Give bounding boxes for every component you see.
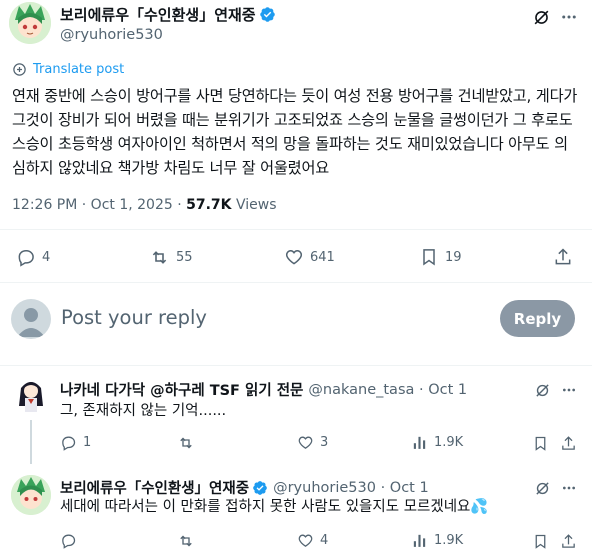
views-icon (411, 434, 428, 451)
reply-submit-button[interactable]: Reply (500, 300, 575, 337)
reply-submit-label: Reply (513, 309, 562, 328)
my-avatar[interactable] (11, 299, 51, 339)
reply-icon (60, 434, 77, 451)
post-text: 연재 중반에 스승이 방어구를 사면 당연하다는 듯이 여성 전용 방어구를 건… (12, 87, 578, 177)
repost-icon (149, 247, 170, 268)
repost-button[interactable] (177, 434, 201, 452)
bookmark-count: 19 (445, 249, 462, 265)
views-label: Views (231, 197, 277, 213)
bookmark-icon[interactable] (531, 532, 549, 550)
share-icon[interactable] (559, 532, 577, 550)
bookmark-button[interactable]: 19 (419, 247, 462, 267)
reply-icon (16, 247, 36, 267)
bookmark-icon (419, 247, 439, 267)
reply-text: 세대에 따라서는 이 만화를 접하지 못한 사람도 있을지도 모르겠네요 (60, 499, 471, 515)
translate-link[interactable]: Translate post (12, 62, 124, 77)
reply-author-name[interactable]: 보리에류우「수인환생」연재중 (60, 477, 249, 498)
like-button[interactable]: 4 (297, 532, 328, 549)
views-count: 57.7K (186, 197, 232, 213)
views-button[interactable]: 1.9K (411, 532, 463, 549)
repost-icon (177, 434, 195, 452)
more-icon[interactable] (559, 478, 579, 498)
thread-line (30, 420, 32, 464)
like-count: 3 (320, 435, 329, 450)
divider (0, 365, 592, 366)
like-button[interactable]: 641 (284, 247, 335, 267)
like-icon (284, 247, 304, 267)
grok-icon[interactable] (532, 380, 552, 400)
share-icon[interactable] (559, 434, 577, 452)
like-icon (297, 434, 314, 451)
reply-button[interactable] (60, 532, 83, 549)
author-handle[interactable]: @ryuhorie530 (60, 27, 500, 43)
like-icon (297, 532, 314, 549)
views-icon (411, 532, 428, 549)
reply-button[interactable]: 4 (16, 247, 50, 267)
reply-icon (60, 532, 77, 549)
repost-button[interactable]: 55 (149, 247, 193, 268)
reply-count: 4 (42, 249, 51, 265)
views-count: 1.9K (434, 435, 464, 450)
views-count: 1.9K (434, 533, 464, 548)
reply-avatar[interactable] (11, 376, 51, 416)
share-icon[interactable] (553, 247, 573, 267)
verified-badge-icon (259, 6, 276, 23)
verified-badge-icon (252, 480, 268, 496)
reply-author-name[interactable]: 나카네 다가닥 @하구레 TSF 읽기 전문 (60, 379, 303, 400)
bookmark-icon[interactable] (531, 434, 549, 452)
reply-text: 그, 존재하지 않는 기억...... (60, 403, 227, 419)
like-count: 4 (320, 533, 329, 548)
like-count: 641 (310, 249, 335, 265)
divider (0, 229, 592, 230)
more-icon[interactable] (559, 380, 579, 400)
translate-icon (12, 62, 27, 77)
reply-avatar[interactable] (11, 475, 51, 515)
repost-count: 55 (176, 250, 193, 265)
author-avatar[interactable] (9, 2, 51, 44)
sweat-droplets-emoji: 💦 (470, 499, 489, 515)
repost-button[interactable] (177, 532, 201, 550)
reply-count: 1 (83, 435, 92, 450)
like-button[interactable]: 3 (297, 434, 328, 451)
author-name[interactable]: 보리에류우「수인환생」연재중 (60, 4, 256, 25)
repost-icon (177, 532, 195, 550)
reply-input[interactable]: Post your reply (61, 306, 207, 329)
translate-label: Translate post (33, 62, 125, 77)
more-icon[interactable] (558, 6, 580, 28)
post-timestamp[interactable]: 12:26 PM · Oct 1, 2025 · (12, 197, 186, 213)
reply-button[interactable]: 1 (60, 434, 91, 451)
reply-author-handle[interactable]: @nakane_tasa · Oct 1 (308, 382, 467, 398)
grok-icon[interactable] (532, 478, 552, 498)
divider (0, 282, 592, 283)
reply-author-handle[interactable]: @ryuhorie530 · Oct 1 (273, 480, 429, 496)
grok-icon[interactable] (530, 6, 552, 28)
views-button[interactable]: 1.9K (411, 434, 463, 451)
